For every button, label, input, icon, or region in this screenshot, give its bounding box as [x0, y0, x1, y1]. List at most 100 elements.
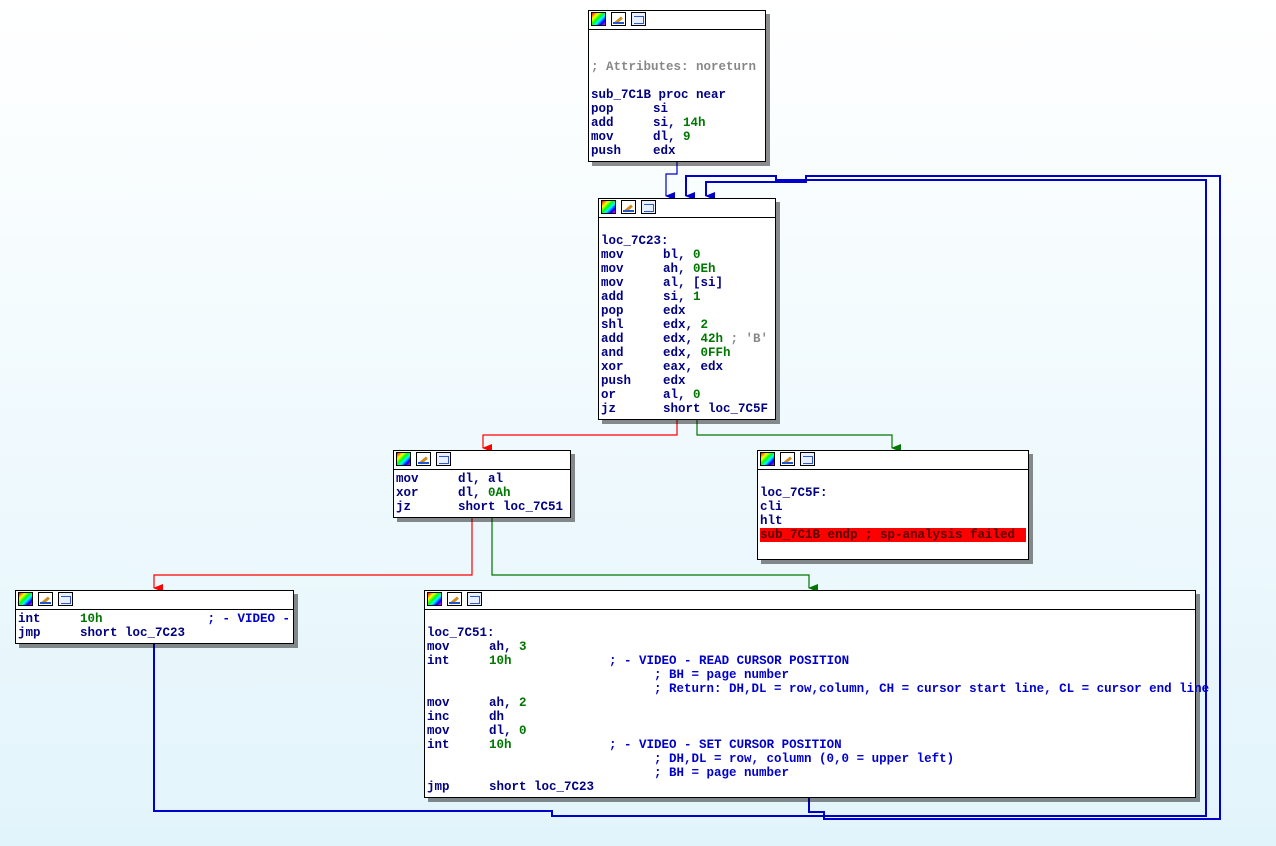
node-header: [599, 199, 775, 218]
instruction-line[interactable]: pop edx: [601, 304, 773, 318]
instruction-line[interactable]: and edx, 0FFh: [601, 346, 773, 360]
graph-view-icon[interactable]: [641, 200, 656, 214]
operand: al,: [663, 388, 694, 402]
proc-label[interactable]: sub_7C1B proc near: [591, 88, 763, 102]
immediate-value: 0Eh: [693, 262, 716, 276]
interrupt-comment: ; BH = page number: [654, 766, 790, 780]
comment-padding: [489, 668, 654, 682]
mnemonic: int: [427, 654, 450, 668]
mnemonic: jz: [601, 402, 617, 416]
graph-view-icon[interactable]: [58, 592, 73, 606]
instruction-line[interactable]: int 10h ; - VIDEO - READ CURSOR POSITION: [427, 654, 1193, 668]
instruction-line[interactable]: mov ah, 2: [427, 696, 1193, 710]
rename-icon[interactable]: [780, 452, 795, 466]
instruction-line[interactable]: add edx, 42h ; 'B': [601, 332, 773, 346]
graph-view-icon[interactable]: [631, 12, 646, 26]
interrupt-comment: ; BH = page number: [654, 668, 790, 682]
operand: dl,: [653, 130, 684, 144]
instruction-line[interactable]: ; DH,DL = row, column (0,0 = upper left): [427, 752, 1193, 766]
instruction-line[interactable]: or al, 0: [601, 388, 773, 402]
mnemonic: or: [601, 388, 617, 402]
node-dl-check[interactable]: mov dl, al xor dl, 0Ah jz short loc_7C51: [393, 450, 571, 518]
block-label[interactable]: loc_7C23:: [601, 234, 773, 248]
operand: dl,: [489, 724, 520, 738]
endp-error-line[interactable]: sub_7C1B endp ; sp-analysis failed: [760, 528, 1026, 542]
block-label[interactable]: loc_7C5F:: [760, 486, 1026, 500]
mnemonic: mov: [427, 640, 450, 654]
immediate-value: 10h: [80, 612, 103, 626]
edge-n1-n2: [665, 162, 678, 200]
operand: al, [si]: [663, 276, 724, 290]
instruction-line[interactable]: ; BH = page number: [427, 668, 1193, 682]
instruction-line[interactable]: jmp short loc_7C23: [427, 780, 1193, 794]
comment-padding: [489, 766, 654, 780]
immediate-value: 2: [519, 696, 527, 710]
node-video-int[interactable]: int 10h ; - VIDEO - jmp short loc_7C23: [15, 590, 294, 644]
rename-icon[interactable]: [447, 592, 462, 606]
operand: si: [653, 102, 669, 116]
immediate-value: 0: [693, 388, 701, 402]
operand: edx: [653, 144, 676, 158]
color-picker-icon[interactable]: [760, 452, 775, 466]
mnemonic: mov: [427, 696, 450, 710]
instruction-line[interactable]: push edx: [591, 144, 763, 158]
immediate-value: 0: [693, 248, 701, 262]
operand: short loc_7C51: [458, 500, 564, 514]
instruction-line[interactable]: mov dl, 0: [427, 724, 1193, 738]
mnemonic: push: [601, 374, 632, 388]
mnemonic: add: [591, 116, 614, 130]
instruction-line[interactable]: ; Return: DH,DL = row,column, CH = curso…: [427, 682, 1209, 696]
color-picker-icon[interactable]: [396, 452, 411, 466]
instruction-line[interactable]: mov ah, 0Eh: [601, 262, 773, 276]
instruction-line[interactable]: xor dl, 0Ah: [396, 486, 568, 500]
operand: short loc_7C23: [80, 626, 186, 640]
block-label[interactable]: loc_7C51:: [427, 626, 1193, 640]
rename-icon[interactable]: [416, 452, 431, 466]
instruction-line[interactable]: int 10h ; - VIDEO -: [18, 612, 291, 626]
instruction-line[interactable]: cli: [760, 500, 1026, 514]
color-picker-icon[interactable]: [601, 200, 616, 214]
instruction-line[interactable]: int 10h ; - VIDEO - SET CURSOR POSITION: [427, 738, 1193, 752]
node-loc-7c5f[interactable]: loc_7C5F: cli hlt sub_7C1B endp ; sp-anal…: [757, 450, 1029, 560]
instruction-line[interactable]: mov ah, 3: [427, 640, 1193, 654]
rename-icon[interactable]: [38, 592, 53, 606]
node-loc-7c51[interactable]: loc_7C51: mov ah, 3 int 10h ; - VIDEO - REA…: [424, 590, 1209, 798]
node-loc-7c23[interactable]: loc_7C23: mov bl, 0 mov ah, 0Eh mov al, [si] a…: [598, 198, 776, 420]
mnemonic: jz: [396, 500, 412, 514]
comment-padding: [512, 654, 610, 668]
graph-view-icon[interactable]: [800, 452, 815, 466]
rename-icon[interactable]: [621, 200, 636, 214]
instruction-line[interactable]: jmp short loc_7C23: [18, 626, 291, 640]
color-picker-icon[interactable]: [18, 592, 33, 606]
instruction-line[interactable]: push edx: [601, 374, 773, 388]
instruction-line[interactable]: mov dl, 9: [591, 130, 763, 144]
instruction-line[interactable]: pop si: [591, 102, 763, 116]
instruction-line[interactable]: mov al, [si]: [601, 276, 773, 290]
operand: si,: [663, 290, 694, 304]
instruction-line[interactable]: jz short loc_7C51: [396, 500, 568, 514]
color-picker-icon[interactable]: [591, 12, 606, 26]
mnemonic: mov: [427, 724, 450, 738]
operand: edx,: [663, 332, 701, 346]
instruction-line[interactable]: xor eax, edx: [601, 360, 773, 374]
mnemonic: int: [427, 738, 450, 752]
mnemonic: mov: [601, 262, 624, 276]
instruction-line[interactable]: inc dh: [427, 710, 1193, 724]
node-header: [758, 451, 1028, 470]
instruction-line[interactable]: jz short loc_7C5F: [601, 402, 773, 416]
mnemonic: hlt: [760, 514, 783, 528]
instruction-line[interactable]: mov bl, 0: [601, 248, 773, 262]
instruction-line[interactable]: mov dl, al: [396, 472, 568, 486]
instruction-line[interactable]: shl edx, 2: [601, 318, 773, 332]
instruction-line[interactable]: ; BH = page number: [427, 766, 1193, 780]
operand: short loc_7C23: [489, 780, 595, 794]
instruction-line[interactable]: add si, 1: [601, 290, 773, 304]
node-sub-7c1b[interactable]: ; Attributes: noreturn sub_7C1B proc nea…: [588, 10, 766, 162]
instruction-line[interactable]: add si, 14h: [591, 116, 763, 130]
color-picker-icon[interactable]: [427, 592, 442, 606]
comment-padding: [489, 752, 654, 766]
rename-icon[interactable]: [611, 12, 626, 26]
instruction-line[interactable]: hlt: [760, 514, 1026, 528]
graph-view-icon[interactable]: [467, 592, 482, 606]
graph-view-icon[interactable]: [436, 452, 451, 466]
